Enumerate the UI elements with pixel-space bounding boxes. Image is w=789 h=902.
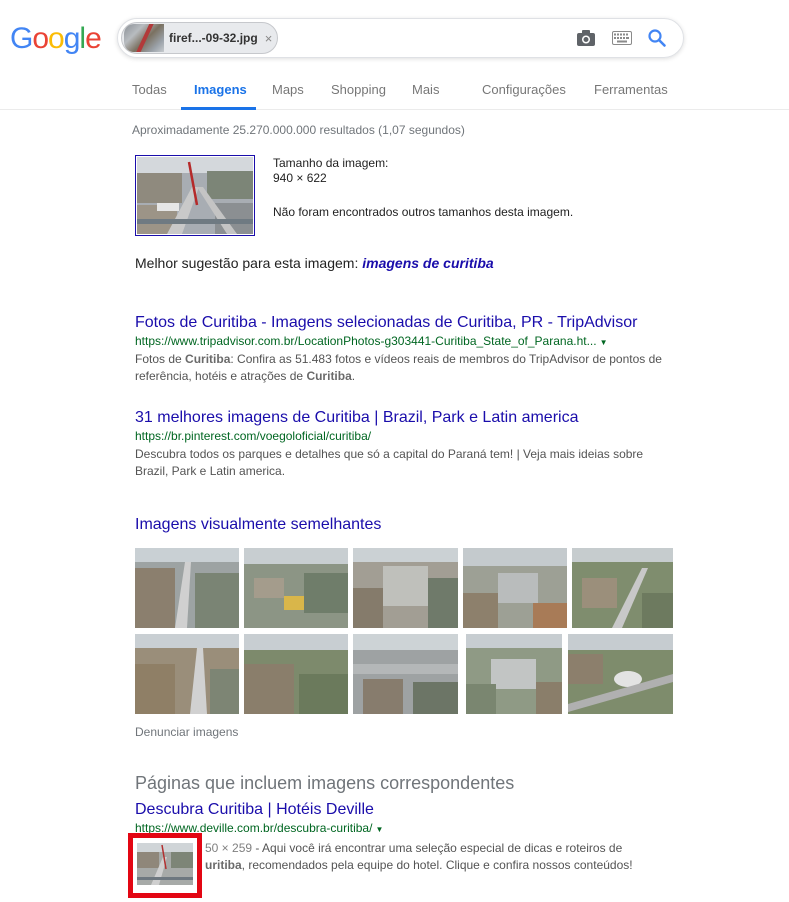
similar-image-thumbnail[interactable] <box>135 634 239 714</box>
tab-ferramentas[interactable]: Ferramentas <box>594 82 668 97</box>
result-url[interactable]: https://br.pinterest.com/voegoloficial/c… <box>135 429 675 443</box>
dropdown-arrow-icon[interactable]: ▼ <box>600 338 608 347</box>
result-snippet: Fotos de Curitiba: Confira as 51.483 fot… <box>135 351 675 385</box>
result-url-text[interactable]: https://www.tripadvisor.com.br/LocationP… <box>135 334 597 348</box>
best-guess: Melhor sugestão para esta imagem: imagen… <box>135 255 494 271</box>
snippet-highlight: Curitiba <box>185 352 231 366</box>
camera-icon[interactable] <box>576 29 596 47</box>
tab-maps[interactable]: Maps <box>272 82 304 97</box>
snippet-highlight: uritiba <box>205 858 242 872</box>
logo-letter: o <box>48 22 65 55</box>
chip-filename: firef...-09-32.jpg <box>169 31 258 45</box>
close-icon[interactable]: × <box>265 31 273 46</box>
similar-image-thumbnail[interactable] <box>466 634 562 714</box>
similar-image-thumbnail[interactable] <box>135 548 239 628</box>
image-query-chip[interactable]: firef...-09-32.jpg × <box>121 22 278 54</box>
logo-letter: o <box>32 22 49 55</box>
page-result-snippet: 50 × 259 - Aqui você irá encontrar uma s… <box>205 840 660 874</box>
result-snippet: Descubra todos os parques e detalhes que… <box>135 447 644 478</box>
image-size-label: Tamanho da imagem: <box>273 156 389 170</box>
best-guess-prefix: Melhor sugestão para esta imagem: <box>135 255 363 271</box>
search-icon[interactable] <box>647 28 667 48</box>
snippet-text: Fotos de <box>135 352 186 366</box>
logo-letter: e <box>85 22 102 55</box>
similar-image-thumbnail[interactable] <box>244 634 348 714</box>
page-result-title-link[interactable]: Descubra Curitiba | Hotéis Deville <box>135 801 374 819</box>
search-box[interactable]: firef...-09-32.jpg × <box>117 18 684 58</box>
nav-tabs: Todas Imagens Maps Shopping Mais Configu… <box>0 70 789 110</box>
snippet-text: , recomendados pela equipe do hotel. Cli… <box>241 858 633 872</box>
snippet-text: . <box>351 369 356 383</box>
similar-image-thumbnail[interactable] <box>463 548 567 628</box>
similar-image-thumbnail[interactable] <box>353 634 458 714</box>
snippet-highlight: Curitiba <box>306 369 352 383</box>
result-title-link[interactable]: 31 melhores imagens de Curitiba | Brazil… <box>135 409 675 427</box>
tab-imagens[interactable]: Imagens <box>194 82 247 97</box>
tab-todas[interactable]: Todas <box>132 82 167 97</box>
google-logo[interactable]: Google <box>10 22 102 56</box>
chip-thumbnail <box>124 24 164 52</box>
search-result: 31 melhores imagens de Curitiba | Brazil… <box>135 409 675 480</box>
dropdown-arrow-icon[interactable]: ▼ <box>375 825 383 834</box>
query-image-thumbnail[interactable] <box>135 155 255 236</box>
similar-image-thumbnail[interactable] <box>244 548 348 628</box>
search-result: Fotos de Curitiba - Imagens selecionadas… <box>135 314 675 385</box>
result-title-link[interactable]: Fotos de Curitiba - Imagens selecionadas… <box>135 314 675 332</box>
no-other-sizes-text: Não foram encontrados outros tamanhos de… <box>273 205 574 219</box>
tab-shopping[interactable]: Shopping <box>331 82 386 97</box>
logo-letter: g <box>63 22 81 55</box>
similar-image-thumbnail[interactable] <box>353 548 458 628</box>
similar-image-thumbnail[interactable] <box>568 634 673 714</box>
image-dimensions: 50 × 259 <box>205 841 253 855</box>
result-stats: Aproximadamente 25.270.000.000 resultado… <box>132 123 465 137</box>
matching-pages-heading: Páginas que incluem imagens corresponden… <box>135 773 515 793</box>
image-size-value: 940 × 622 <box>273 171 327 185</box>
similar-image-thumbnail[interactable] <box>572 548 673 628</box>
report-images-link[interactable]: Denunciar imagens <box>135 725 238 739</box>
active-tab-indicator <box>181 107 256 110</box>
tab-configuracoes[interactable]: Configurações <box>482 82 566 97</box>
similar-images-heading[interactable]: Imagens visualmente semelhantes <box>135 516 381 534</box>
best-guess-link[interactable]: imagens de curitiba <box>362 255 493 271</box>
result-url: https://www.tripadvisor.com.br/LocationP… <box>135 334 675 348</box>
logo-letter: G <box>10 22 33 55</box>
snippet-text: - Aqui você irá encontrar uma seleção es… <box>252 841 623 855</box>
tab-mais[interactable]: Mais <box>412 82 439 97</box>
keyboard-icon[interactable] <box>612 31 632 45</box>
page-result-thumbnail[interactable] <box>137 843 193 885</box>
